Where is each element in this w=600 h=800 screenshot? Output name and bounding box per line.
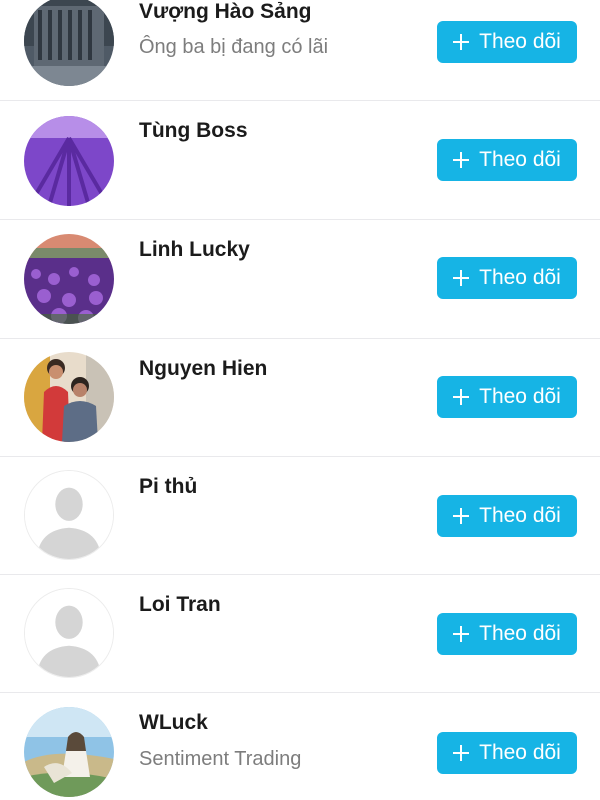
building-photo-icon bbox=[24, 0, 114, 86]
list-item[interactable]: WLuck Sentiment Trading Theo dõi bbox=[0, 693, 600, 800]
anime-illustration-icon bbox=[24, 707, 114, 797]
user-name[interactable]: Vượng Hào Sảng bbox=[139, 0, 311, 24]
follow-button[interactable]: Theo dõi bbox=[437, 139, 577, 181]
avatar[interactable] bbox=[24, 470, 114, 560]
plus-icon bbox=[453, 152, 470, 168]
avatar[interactable] bbox=[24, 588, 114, 678]
default-person-icon bbox=[25, 589, 113, 677]
avatar[interactable] bbox=[24, 0, 114, 86]
user-name[interactable]: Loi Tran bbox=[139, 593, 221, 617]
plus-icon bbox=[453, 745, 470, 761]
default-person-icon bbox=[25, 471, 113, 559]
user-subtitle: Ông ba bị đang có lãi bbox=[139, 36, 329, 58]
plus-icon bbox=[453, 270, 470, 286]
follow-button[interactable]: Theo dõi bbox=[437, 732, 577, 774]
user-name[interactable]: Tùng Boss bbox=[139, 119, 248, 143]
follow-button-label: Theo dõi bbox=[479, 741, 561, 764]
list-item[interactable]: Nguyen Hien Theo dõi bbox=[0, 339, 600, 457]
user-name[interactable]: Pi thủ bbox=[139, 475, 197, 499]
follow-button[interactable]: Theo dõi bbox=[437, 376, 577, 418]
list-item[interactable]: Tùng Boss Theo dõi bbox=[0, 101, 600, 219]
plus-icon bbox=[453, 626, 470, 642]
lavender-field-photo-icon bbox=[24, 116, 114, 206]
avatar[interactable] bbox=[24, 352, 114, 442]
user-subtitle: Sentiment Trading bbox=[139, 748, 302, 770]
follow-button-label: Theo dõi bbox=[479, 385, 561, 408]
list-item[interactable]: Vượng Hào Sảng Ông ba bị đang có lãi The… bbox=[0, 0, 600, 100]
list-item[interactable]: Loi Tran Theo dõi bbox=[0, 575, 600, 693]
avatar[interactable] bbox=[24, 116, 114, 206]
follow-button-label: Theo dõi bbox=[479, 622, 561, 645]
user-name[interactable]: Nguyen Hien bbox=[139, 357, 267, 381]
list-item[interactable]: Pi thủ Theo dõi bbox=[0, 457, 600, 575]
follow-button-label: Theo dõi bbox=[479, 30, 561, 53]
plus-icon bbox=[453, 389, 470, 405]
follow-button-label: Theo dõi bbox=[479, 148, 561, 171]
follow-suggestion-list: Vượng Hào Sảng Ông ba bị đang có lãi The… bbox=[0, 0, 600, 800]
follow-button-label: Theo dõi bbox=[479, 266, 561, 289]
list-item[interactable]: Linh Lucky Theo dõi bbox=[0, 220, 600, 338]
plus-icon bbox=[453, 34, 470, 50]
follow-button[interactable]: Theo dõi bbox=[437, 21, 577, 63]
follow-button[interactable]: Theo dõi bbox=[437, 495, 577, 537]
flower-field-photo-icon bbox=[24, 234, 114, 324]
user-name[interactable]: WLuck bbox=[139, 711, 208, 735]
user-name[interactable]: Linh Lucky bbox=[139, 238, 250, 262]
follow-button-label: Theo dõi bbox=[479, 504, 561, 527]
avatar[interactable] bbox=[24, 707, 114, 797]
plus-icon bbox=[453, 508, 470, 524]
avatar[interactable] bbox=[24, 234, 114, 324]
follow-button[interactable]: Theo dõi bbox=[437, 613, 577, 655]
follow-button[interactable]: Theo dõi bbox=[437, 257, 577, 299]
couple-photo-icon bbox=[24, 352, 114, 442]
